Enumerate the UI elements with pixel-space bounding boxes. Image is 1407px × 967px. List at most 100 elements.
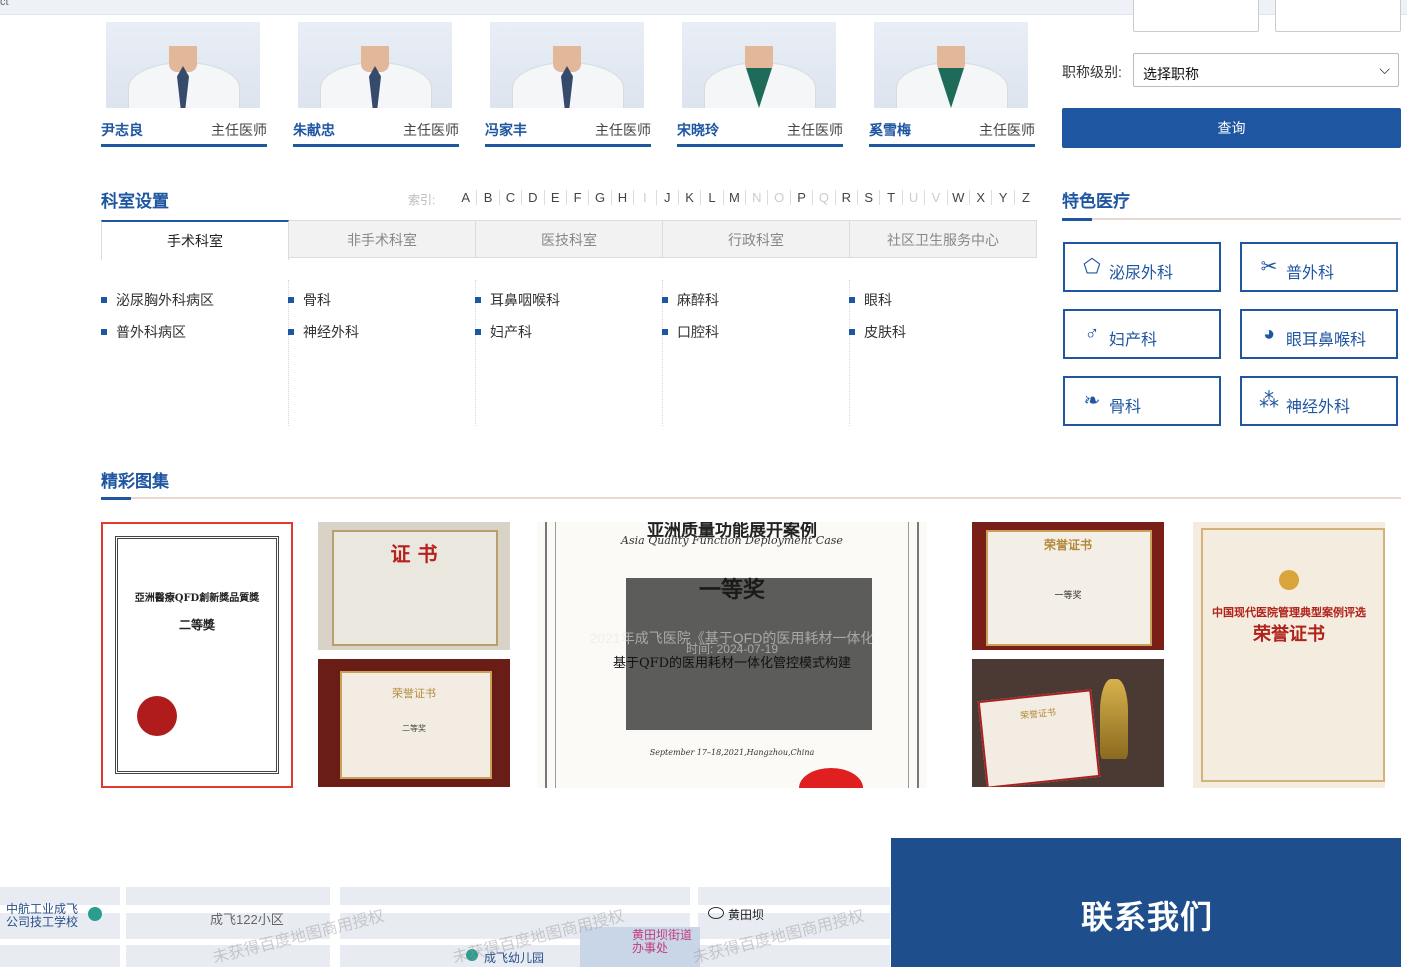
doctor-card[interactable]: 奚雪梅 主任医师 bbox=[869, 22, 1035, 148]
bone-icon: ❧ bbox=[1083, 390, 1101, 412]
doctor-name[interactable]: 冯家丰 bbox=[485, 120, 527, 140]
letter-q: Q bbox=[813, 190, 836, 205]
query-button[interactable]: 查询 bbox=[1062, 108, 1401, 148]
cert-award: 二等獎 bbox=[178, 618, 215, 632]
kidney-icon: ⬠ bbox=[1083, 256, 1101, 278]
gallery-image[interactable]: 证 书 bbox=[318, 522, 510, 650]
gallery-image[interactable]: 荣誉证书 一等奖 bbox=[972, 522, 1164, 650]
location-map[interactable]: 中航工业成飞公司技工学校 成飞122小区 黄田坝 黄田坝街道办事处 成飞幼儿园 … bbox=[0, 887, 890, 967]
cert-award: 二等奖 bbox=[402, 724, 426, 733]
feature-gynecology[interactable]: ♂ 妇产科 bbox=[1063, 309, 1221, 359]
letter-r[interactable]: R bbox=[836, 190, 859, 205]
level-label: 职称级别: bbox=[1062, 64, 1122, 80]
department-column: 麻醉科 口腔科 bbox=[662, 280, 850, 426]
letter-e[interactable]: E bbox=[545, 190, 567, 205]
letter-s[interactable]: S bbox=[858, 190, 881, 205]
doctor-photo bbox=[490, 22, 644, 108]
gallery-title-underline bbox=[101, 497, 1401, 500]
gallery-image[interactable]: 亚洲质量功能展开案例 Asia Quality Function Deploym… bbox=[537, 522, 927, 788]
map-label: 黄田坝街道办事处 bbox=[632, 928, 693, 955]
tab-administrative[interactable]: 行政科室 bbox=[663, 220, 850, 258]
doctor-card[interactable]: 朱献忠 主任医师 bbox=[293, 22, 459, 148]
department-link[interactable]: 耳鼻咽喉科 bbox=[475, 290, 560, 310]
letter-l[interactable]: L bbox=[701, 190, 724, 205]
doctor-name[interactable]: 朱献忠 bbox=[293, 120, 335, 140]
feature-ent[interactable]: ◕ 眼耳鼻喉科 bbox=[1240, 309, 1398, 359]
gallery-image[interactable]: 亞洲醫療QFD創新獎品質獎 二等獎 bbox=[101, 522, 293, 788]
cert-title: 荣誉证书 bbox=[392, 688, 436, 700]
contact-us-panel[interactable]: 联系我们 bbox=[891, 838, 1401, 967]
doctor-card[interactable]: 宋晓玲 主任医师 bbox=[677, 22, 843, 148]
department-column: 耳鼻咽喉科 妇产科 bbox=[475, 280, 663, 426]
doctor-card[interactable]: 冯家丰 主任医师 bbox=[485, 22, 651, 148]
department-link[interactable]: 口腔科 bbox=[662, 322, 719, 342]
letter-f[interactable]: F bbox=[567, 190, 590, 205]
department-link[interactable]: 麻醉科 bbox=[662, 290, 719, 310]
doctor-title: 主任医师 bbox=[211, 122, 267, 138]
letter-y[interactable]: Y bbox=[992, 190, 1015, 205]
letter-k[interactable]: K bbox=[679, 190, 702, 205]
letter-j[interactable]: J bbox=[657, 190, 679, 205]
gallery-image[interactable]: 荣誉证书 bbox=[972, 659, 1164, 787]
head-icon: ◕ bbox=[1262, 323, 1276, 345]
tab-medical-tech[interactable]: 医技科室 bbox=[476, 220, 663, 258]
letter-h[interactable]: H bbox=[612, 190, 635, 205]
feature-general-surgery[interactable]: ✂ 普外科 bbox=[1240, 242, 1398, 292]
cert-award: 荣誉证书 bbox=[1253, 624, 1325, 644]
tab-community-health[interactable]: 社区卫生服务中心 bbox=[850, 220, 1037, 258]
tab-non-surgical[interactable]: 非手术科室 bbox=[289, 220, 476, 258]
cert-title: 中国现代医院管理典型案例评选 bbox=[1212, 607, 1366, 619]
doctor-name[interactable]: 奚雪梅 bbox=[869, 120, 911, 140]
letter-x[interactable]: X bbox=[970, 190, 993, 205]
letter-t[interactable]: T bbox=[880, 190, 903, 205]
department-link[interactable]: 泌尿胸外科病区 bbox=[101, 290, 214, 310]
feature-orthopedics[interactable]: ❧ 骨科 bbox=[1063, 376, 1221, 426]
cert-award: 一等奖 bbox=[698, 577, 765, 603]
feature-urology[interactable]: ⬠ 泌尿外科 bbox=[1063, 242, 1221, 292]
letter-u: U bbox=[903, 190, 926, 205]
letter-o: O bbox=[768, 190, 791, 205]
map-label: 黄田坝 bbox=[728, 908, 765, 922]
department-link[interactable]: 眼科 bbox=[849, 290, 892, 310]
department-column: 泌尿胸外科病区 普外科病区 bbox=[101, 280, 289, 426]
seal-icon bbox=[799, 768, 863, 788]
neuron-icon: ⁂ bbox=[1259, 390, 1279, 412]
gallery-image[interactable]: 荣誉证书 二等奖 bbox=[318, 659, 510, 787]
department-select[interactable] bbox=[1133, 0, 1259, 32]
department-link[interactable]: 妇产科 bbox=[475, 322, 532, 342]
map-label: 中航工业成飞公司技工学校 bbox=[6, 902, 79, 929]
department-link[interactable]: 普外科病区 bbox=[101, 322, 186, 342]
tab-surgical[interactable]: 手术科室 bbox=[101, 220, 289, 260]
features-title-underline bbox=[1062, 218, 1401, 221]
department-link[interactable]: 骨科 bbox=[288, 290, 331, 310]
departments-title: 科室设置 bbox=[101, 192, 169, 211]
department-link[interactable]: 皮肤科 bbox=[849, 322, 906, 342]
top-strip-text: ct bbox=[0, 0, 9, 8]
doctor-photo bbox=[106, 22, 260, 108]
letter-p[interactable]: P bbox=[791, 190, 814, 205]
letter-m[interactable]: M bbox=[724, 190, 747, 205]
doctor-name[interactable]: 宋晓玲 bbox=[677, 120, 719, 140]
feature-neurosurgery[interactable]: ⁂ 神经外科 bbox=[1240, 376, 1398, 426]
department-link[interactable]: 神经外科 bbox=[288, 322, 359, 342]
letter-i: I bbox=[634, 190, 657, 205]
doctor-card[interactable]: 尹志良 主任医师 bbox=[101, 22, 267, 148]
letter-a[interactable]: A bbox=[455, 190, 478, 205]
letter-w[interactable]: W bbox=[948, 190, 970, 205]
level-select[interactable]: 选择职称 ⌵ bbox=[1133, 53, 1399, 87]
letter-z[interactable]: Z bbox=[1015, 190, 1037, 205]
department-tabs: 手术科室 非手术科室 医技科室 行政科室 社区卫生服务中心 bbox=[101, 220, 1037, 260]
doctor-name[interactable]: 尹志良 bbox=[101, 120, 143, 140]
letter-g[interactable]: G bbox=[589, 190, 612, 205]
cert-title: 亞洲醫療QFD創新獎品質獎 bbox=[134, 593, 260, 604]
department-column: 眼科 皮肤科 bbox=[849, 280, 1036, 426]
letter-b[interactable]: B bbox=[477, 190, 500, 205]
department-column: 骨科 神经外科 bbox=[288, 280, 476, 426]
doctor-name-input[interactable] bbox=[1275, 0, 1401, 32]
letter-d[interactable]: D bbox=[522, 190, 545, 205]
cert-date: September 17–18,2021,Hangzhou,China bbox=[649, 748, 815, 757]
gallery-image[interactable]: 中国现代医院管理典型案例评选 荣誉证书 bbox=[1193, 522, 1385, 788]
letter-c[interactable]: C bbox=[500, 190, 523, 205]
gender-icon: ♂ bbox=[1084, 323, 1100, 345]
cert-title: 荣誉证书 bbox=[1043, 538, 1092, 552]
